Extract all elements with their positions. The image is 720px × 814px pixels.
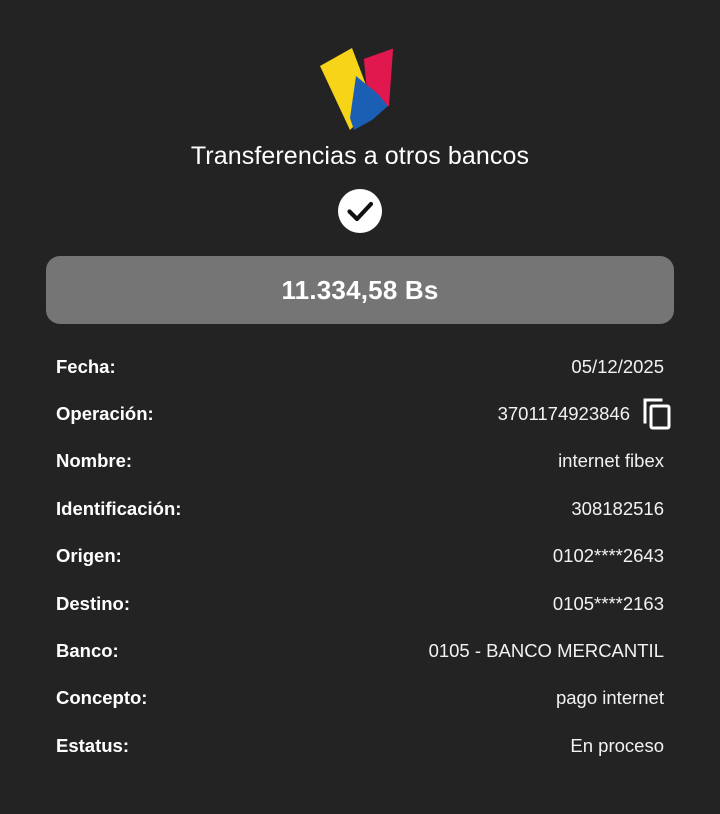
- amount-value: 11.334,58 Bs: [281, 274, 439, 305]
- detail-value: 0102****2643: [552, 545, 664, 567]
- detail-label: Origen:: [56, 545, 122, 567]
- detail-row-origen: Origen: 0102****2643: [56, 533, 664, 580]
- status-value: En proceso: [570, 734, 664, 756]
- detail-value: pago internet: [555, 687, 664, 709]
- amount-panel: 11.334,58 Bs: [46, 256, 674, 324]
- detail-row-operacion: Operación: 3701174923846: [56, 390, 671, 437]
- detail-row-banco: Banco: 0105 - BANCO MERCANTIL: [56, 627, 664, 674]
- detail-label: Estatus:: [56, 734, 129, 756]
- detail-row-nombre: Nombre: internet fibex: [56, 438, 664, 485]
- detail-label: Nombre:: [56, 450, 133, 472]
- detail-label: Operación:: [56, 403, 154, 425]
- detail-row-destino: Destino: 0105****2163: [56, 580, 664, 627]
- detail-value: 05/12/2025: [571, 355, 664, 377]
- detail-value: 0105****2163: [552, 592, 664, 614]
- detail-label: Destino:: [56, 592, 130, 614]
- operation-number: 3701174923846: [497, 403, 630, 425]
- check-circle-icon: [338, 189, 382, 233]
- detail-value: 308182516: [571, 497, 664, 519]
- detail-label: Identificación:: [56, 497, 182, 519]
- bank-logo-icon: [316, 44, 402, 134]
- page-title: Transferencias a otros bancos: [190, 142, 530, 170]
- detail-row-estatus: Estatus: En proceso: [56, 722, 664, 769]
- detail-label: Fecha:: [56, 355, 116, 377]
- detail-row-concepto: Concepto: pago internet: [56, 675, 664, 722]
- detail-label: Concepto:: [56, 687, 148, 709]
- copy-icon[interactable]: [642, 397, 672, 431]
- details-list: Fecha: 05/12/2025 Operación: 37011749238…: [56, 343, 671, 770]
- detail-value-wrap: 3701174923846: [497, 397, 671, 431]
- detail-label: Banco:: [56, 640, 119, 662]
- detail-row-fecha: Fecha: 05/12/2025: [56, 343, 664, 390]
- detail-value: internet fibex: [558, 450, 664, 472]
- detail-row-identificacion: Identificación: 308182516: [56, 485, 664, 532]
- detail-value: 0105 - BANCO MERCANTIL: [428, 640, 664, 662]
